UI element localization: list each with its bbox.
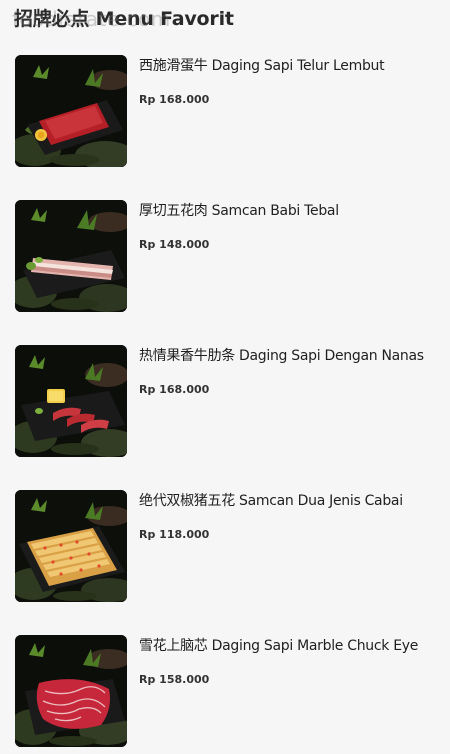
beef-with-egg-platter-photo[interactable] <box>15 55 127 167</box>
beef-rib-with-pineapple-platter-photo[interactable] <box>15 345 127 457</box>
item-price: Rp 158.000 <box>139 673 210 686</box>
menu-item[interactable]: 热情果香牛肋条 Daging Sapi Dengan Nanas Rp 168.… <box>0 344 450 468</box>
chili-pork-belly-platter-photo[interactable] <box>15 490 127 602</box>
pork-belly-platter-photo[interactable] <box>15 200 127 312</box>
menu-list: 西施滑蛋牛 Daging Sapi Telur Lembut Rp 168.00… <box>0 0 450 754</box>
item-name: 厚切五花肉 Samcan Babi Tebal <box>139 203 339 219</box>
item-name: 雪花上脑芯 Daging Sapi Marble Chuck Eye <box>139 638 419 654</box>
section-title: 招牌必点 Menu Favorit <box>14 8 234 30</box>
menu-item[interactable]: 厚切五花肉 Samcan Babi Tebal Rp 148.000 <box>0 199 450 323</box>
menu-page: 西施滑蛋牛 Daging Sapi Telur Lembut Rp 168.00… <box>0 0 450 754</box>
item-price: Rp 118.000 <box>139 528 210 541</box>
menu-item[interactable]: 绝代双椒猪五花 Samcan Dua Jenis Cabai Rp 118.00… <box>0 489 450 613</box>
item-name: 热情果香牛肋条 Daging Sapi Dengan Nanas <box>139 348 424 364</box>
marbled-beef-platter-photo[interactable] <box>15 635 127 747</box>
menu-item[interactable]: 雪花上脑芯 Daging Sapi Marble Chuck Eye Rp 15… <box>0 634 450 754</box>
item-name: 西施滑蛋牛 Daging Sapi Telur Lembut <box>139 58 385 74</box>
item-price: Rp 148.000 <box>139 238 210 251</box>
item-name: 绝代双椒猪五花 Samcan Dua Jenis Cabai <box>139 493 403 509</box>
menu-item[interactable]: 西施滑蛋牛 Daging Sapi Telur Lembut Rp 168.00… <box>0 54 450 178</box>
item-price: Rp 168.000 <box>139 93 210 106</box>
item-price: Rp 168.000 <box>139 383 210 396</box>
